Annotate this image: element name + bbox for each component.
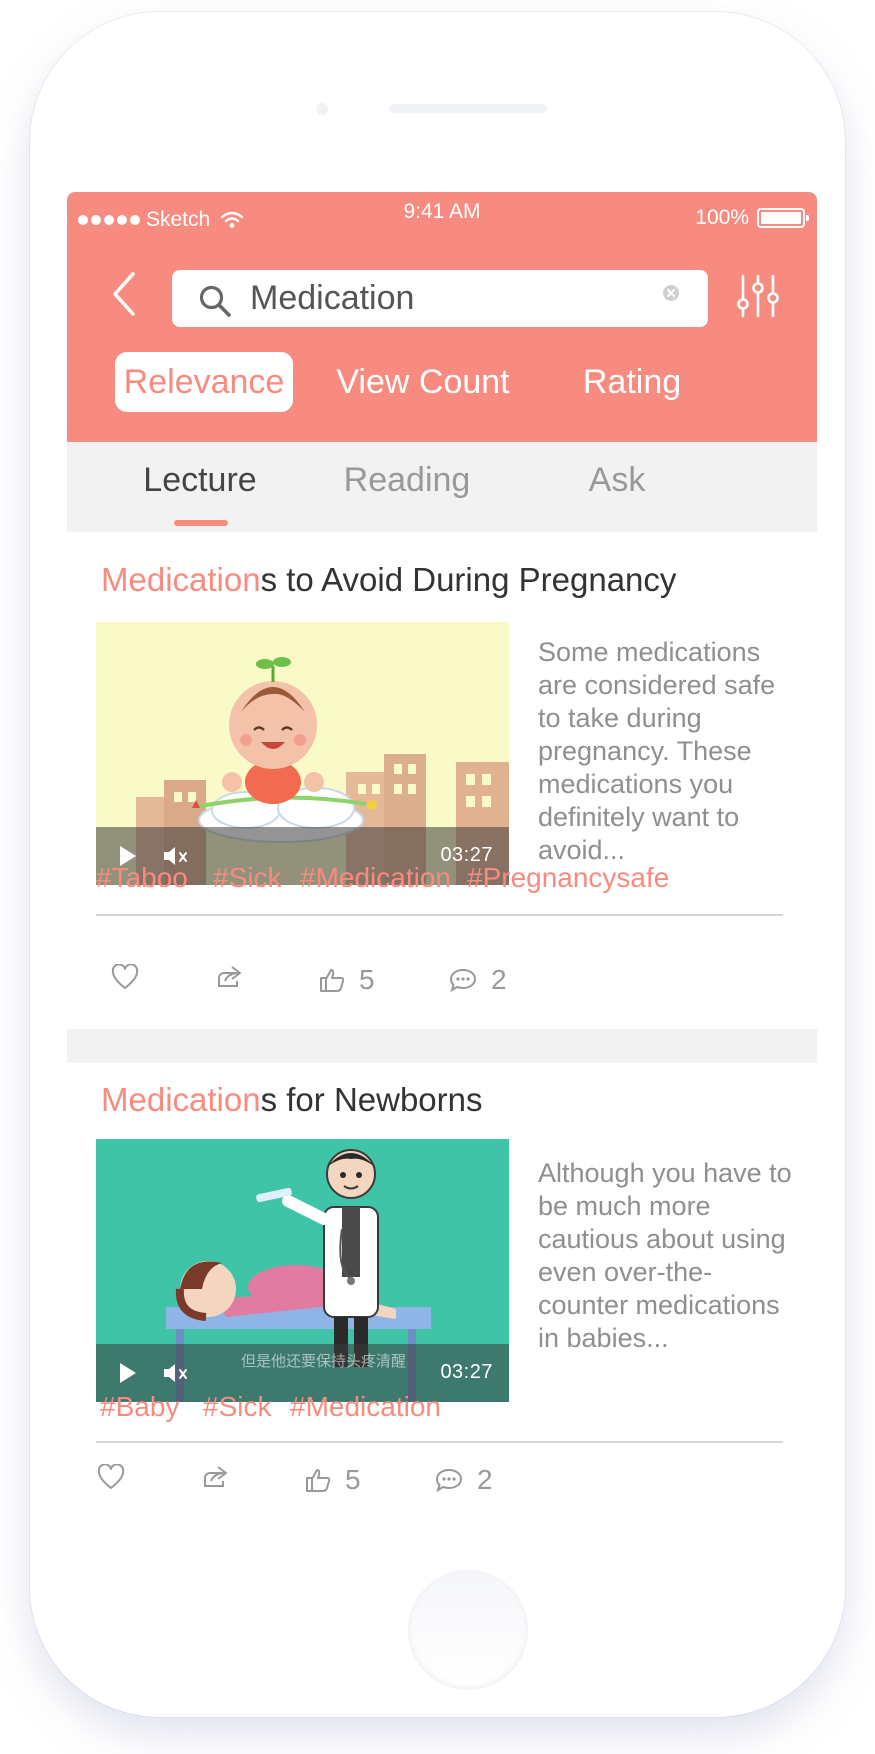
mute-icon[interactable] [162, 1362, 190, 1384]
title-highlight: Medication [101, 561, 261, 598]
tag-chip[interactable]: #Sick [213, 862, 281, 894]
section-separator [67, 1029, 817, 1063]
title-highlight: Medication [101, 1081, 261, 1118]
share-icon [204, 1466, 227, 1487]
speaker-grille [389, 104, 547, 113]
result-title[interactable]: Medications to Avoid During Pregnancy [101, 561, 676, 599]
tab-reading[interactable]: Reading [329, 442, 485, 532]
result-card[interactable]: Medications to Avoid During Pregnancy 03… [67, 532, 817, 932]
card-divider [96, 1441, 783, 1443]
title-rest: s to Avoid During Pregnancy [260, 561, 677, 598]
result-description: Some medications are considered safe to … [538, 637, 776, 865]
battery-icon [757, 208, 809, 228]
sort-relevance[interactable]: Relevance [115, 352, 293, 412]
comment-count: 2 [491, 964, 507, 995]
card-actions: 5 2 [67, 964, 817, 1004]
tag-chip[interactable]: #Medication [290, 1391, 441, 1423]
tag-chip[interactable]: #Taboo [96, 862, 188, 894]
filter-sliders-icon[interactable] [736, 274, 780, 318]
share-icon [218, 966, 241, 987]
tab-ask[interactable]: Ask [567, 442, 667, 532]
back-arrow-icon[interactable] [105, 268, 145, 320]
like-count: 5 [359, 964, 375, 995]
tag-list: #Taboo #Sick #Medication #Pregnancysafe [96, 862, 786, 902]
content-tabs: Lecture Reading Ask [67, 442, 817, 532]
battery-percent: 100% [695, 206, 749, 229]
sort-options: Relevance View Count Rating [67, 352, 817, 412]
clear-search-icon[interactable] [662, 284, 680, 302]
status-right: 100% [695, 206, 809, 230]
tab-indicator [174, 520, 228, 526]
sort-view-count[interactable]: View Count [315, 352, 531, 412]
heart-icon [97, 1464, 125, 1489]
like-count: 5 [345, 1464, 361, 1495]
tag-chip[interactable]: #Sick [203, 1391, 271, 1423]
like-heart-button[interactable] [111, 964, 139, 990]
result-description: Although you have to be much more cautio… [538, 1158, 792, 1353]
tag-chip[interactable]: #Baby [100, 1391, 179, 1423]
comment-button[interactable]: 2 [449, 964, 507, 996]
thumbs-up-button[interactable]: 5 [305, 1464, 361, 1496]
thumbs-up-icon [306, 1469, 331, 1492]
result-card[interactable]: Medications for Newborns 但是他还要保持头疼清醒 03:… [67, 1063, 817, 1463]
thumbs-up-icon [320, 969, 345, 992]
sort-rating[interactable]: Rating [557, 352, 707, 412]
tag-chip[interactable]: #Medication [300, 862, 451, 894]
thumbs-up-button[interactable]: 5 [319, 964, 375, 996]
play-icon[interactable] [118, 1361, 138, 1385]
share-button[interactable] [202, 1464, 230, 1490]
app-screen: Sketch 9:41 AM 100% Medication Relevance… [67, 192, 817, 1552]
comment-icon [449, 968, 477, 992]
share-button[interactable] [216, 964, 244, 990]
comment-button[interactable]: 2 [435, 1464, 493, 1496]
comment-icon [435, 1468, 463, 1492]
title-rest: s for Newborns [260, 1081, 483, 1118]
tag-chip[interactable]: #Pregnancysafe [467, 862, 669, 894]
video-thumbnail[interactable]: 03:27 [96, 622, 509, 885]
home-button[interactable] [408, 1570, 528, 1690]
result-title[interactable]: Medications for Newborns [101, 1081, 483, 1119]
tab-lecture[interactable]: Lecture [130, 442, 270, 532]
search-input[interactable] [250, 278, 650, 318]
search-header: Sketch 9:41 AM 100% Medication Relevance… [67, 192, 817, 442]
search-bar[interactable] [172, 270, 708, 327]
video-duration: 03:27 [440, 1361, 493, 1383]
status-bar: Sketch 9:41 AM 100% [67, 192, 817, 246]
like-heart-button[interactable] [97, 1464, 125, 1490]
heart-icon [111, 964, 139, 989]
card-divider [96, 914, 783, 916]
card-actions: 5 2 [67, 1464, 817, 1504]
search-icon [199, 285, 231, 317]
video-thumbnail[interactable]: 但是他还要保持头疼清醒 03:27 [96, 1139, 509, 1402]
tag-list: #Baby #Sick #Medication [96, 1391, 786, 1431]
front-camera [316, 103, 328, 115]
comment-count: 2 [477, 1464, 493, 1495]
video-subtitle: 但是他还要保持头疼清醒 [241, 1353, 407, 1370]
